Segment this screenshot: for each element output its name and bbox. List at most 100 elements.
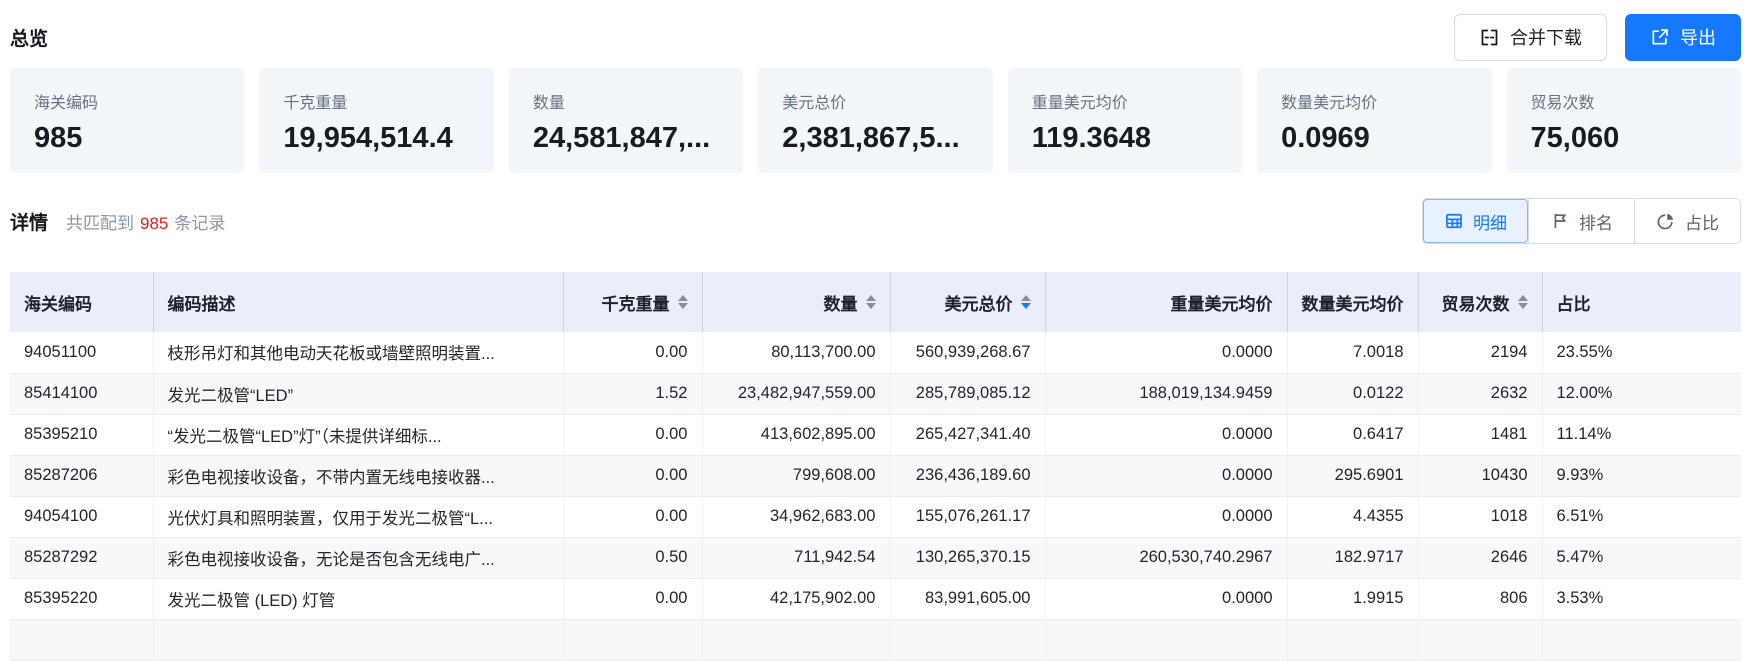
stat-label: 贸易次数 [1531,89,1717,113]
table-row-3: 85287206彩色电视接收设备，不带内置无线电接收器...0.00799,60… [10,455,1741,496]
column-label: 占比 [1557,290,1591,315]
detail-table: 海关编码编码描述千克重量数量美元总价重量美元均价数量美元均价贸易次数占比 940… [10,272,1741,661]
hs_code-cell: 85395220 [10,578,153,619]
usd_per_weight-cell: 0.0000 [1045,332,1287,373]
page-title: 总览 [10,24,48,51]
hs_code-cell: 85414100 [10,373,153,414]
total_usd-cell: 265,427,341.40 [890,414,1045,455]
column-header-hs_code: 海关编码 [10,272,153,332]
share-cell: 23.55% [1542,332,1741,373]
usd_per_quantity-cell: 182.9717 [1287,537,1418,578]
pie-icon [1656,211,1676,231]
weight_kg-cell: 1.52 [563,373,702,414]
sort-caret-icon[interactable] [866,295,876,309]
match-count: 985 [140,214,168,234]
topbar: 总览 合并下载 导出 [10,0,1741,62]
total_usd-cell: 285,789,085.12 [890,373,1045,414]
rank-icon [1550,211,1570,231]
detail-title: 详情 [10,208,48,235]
usd_per_quantity-cell: 7.0018 [1287,332,1418,373]
total_usd-cell: 83,991,605.00 [890,578,1045,619]
stat-label: 重量美元均价 [1032,89,1218,113]
export-icon [1650,27,1670,47]
stat-label: 千克重量 [283,89,469,113]
stat-card-6: 贸易次数 75,060 [1507,68,1741,173]
usd_per_quantity-cell: 295.6901 [1287,455,1418,496]
merge-download-button[interactable]: 合并下载 [1454,14,1607,61]
tab-label: 排名 [1579,209,1613,234]
usd_per_weight-cell: 188,019,134.9459 [1045,373,1287,414]
column-header-usd_per_quantity: 数量美元均价 [1287,272,1418,332]
description-cell: “发光二极管“LED”灯”（未提供详细标... [153,414,563,455]
weight_kg-cell: 0.00 [563,578,702,619]
match-suffix: 条记录 [174,209,225,234]
detail-table-wrap: 海关编码编码描述千克重量数量美元总价重量美元均价数量美元均价贸易次数占比 940… [10,272,1741,661]
stat-value: 75,060 [1531,122,1717,155]
column-header-description: 编码描述 [153,272,563,332]
share-cell: 6.51% [1542,496,1741,537]
stat-label: 数量 [533,89,719,113]
total_usd-cell: 236,436,189.60 [890,455,1045,496]
sort-caret-icon[interactable] [1021,295,1031,309]
table-row-6: 85395220发光二极管 (LED) 灯管0.0042,175,902.008… [10,578,1741,619]
stat-card-1: 千克重量 19,954,514.4 [259,68,493,173]
usd_per_quantity-cell [1287,619,1418,660]
merge-download-label: 合并下载 [1510,24,1582,50]
trade_count-cell: 806 [1418,578,1542,619]
match-prefix: 共匹配到 [66,209,134,234]
sort-caret-icon[interactable] [1518,295,1528,309]
table-row-1: 85414100发光二极管“LED”1.5223,482,947,559.002… [10,373,1741,414]
export-button[interactable]: 导出 [1625,14,1741,61]
total_usd-cell: 155,076,261.17 [890,496,1045,537]
usd_per_weight-cell: 0.0000 [1045,496,1287,537]
share-cell: 5.47% [1542,537,1741,578]
description-cell [153,619,563,660]
table-row-5: 85287292彩色电视接收设备，无论是否包含无线电广...0.50711,94… [10,537,1741,578]
total_usd-cell: 130,265,370.15 [890,537,1045,578]
table-row-partial [10,619,1741,660]
column-label: 编码描述 [168,290,236,315]
weight_kg-cell: 0.00 [563,455,702,496]
tab-pie[interactable]: 占比 [1634,199,1740,243]
column-header-weight_kg[interactable]: 千克重量 [563,272,702,332]
description-cell: 枝形吊灯和其他电动天花板或墙壁照明装置... [153,332,563,373]
description-cell: 发光二极管 (LED) 灯管 [153,578,563,619]
trade-dashboard: 总览 合并下载 导出 海关编码985千克重 [0,0,1751,661]
usd_per_weight-cell: 0.0000 [1045,455,1287,496]
column-label: 美元总价 [945,290,1013,315]
share-cell: 12.00% [1542,373,1741,414]
table-body: 94051100枝形吊灯和其他电动天花板或墙壁照明装置...0.0080,113… [10,332,1741,660]
weight_kg-cell: 0.50 [563,537,702,578]
column-header-quantity[interactable]: 数量 [702,272,890,332]
trade_count-cell [1418,619,1542,660]
stat-label: 数量美元均价 [1281,89,1467,113]
stat-label: 美元总价 [782,89,968,113]
column-header-share: 占比 [1542,272,1741,332]
share-cell [1542,619,1741,660]
weight_kg-cell: 0.00 [563,496,702,537]
tab-rank[interactable]: 排名 [1528,199,1634,243]
quantity-cell: 23,482,947,559.00 [702,373,890,414]
total_usd-cell [890,619,1045,660]
usd_per_weight-cell: 260,530,740.2967 [1045,537,1287,578]
column-label: 贸易次数 [1442,290,1510,315]
table-row-2: 85395210“发光二极管“LED”灯”（未提供详细标...0.00413,6… [10,414,1741,455]
column-header-trade_count[interactable]: 贸易次数 [1418,272,1542,332]
tab-table[interactable]: 明细 [1423,199,1528,243]
weight_kg-cell: 0.00 [563,414,702,455]
hs_code-cell: 85287292 [10,537,153,578]
description-cell: 彩色电视接收设备，无论是否包含无线电广... [153,537,563,578]
stat-card-4: 重量美元均价119.3648 [1008,68,1242,173]
usd_per_weight-cell: 0.0000 [1045,414,1287,455]
column-header-total_usd[interactable]: 美元总价 [890,272,1045,332]
hs_code-cell: 94054100 [10,496,153,537]
trade_count-cell: 2646 [1418,537,1542,578]
trade_count-cell: 1481 [1418,414,1542,455]
stat-value: 19,954,514.4 [283,122,469,155]
merge-download-icon [1479,27,1500,48]
quantity-cell: 413,602,895.00 [702,414,890,455]
quantity-cell: 34,962,683.00 [702,496,890,537]
sort-caret-icon[interactable] [678,295,688,309]
column-label: 数量 [824,290,858,315]
stat-value: 985 [34,122,220,155]
